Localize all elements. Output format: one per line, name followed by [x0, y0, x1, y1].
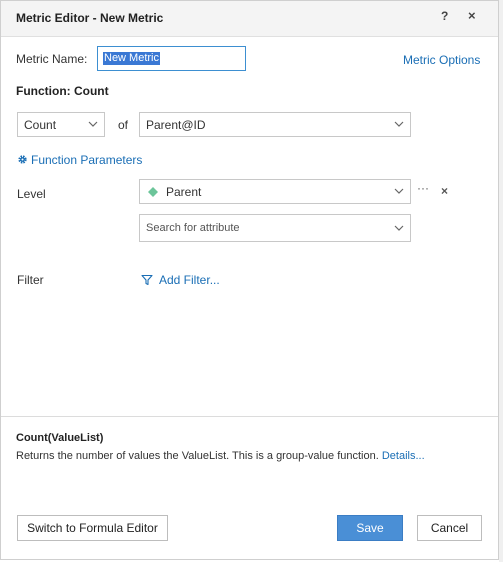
function-description: Returns the number of values the ValueLi… [16, 450, 425, 462]
function-argument-select[interactable]: Parent@ID [139, 112, 411, 137]
save-button[interactable]: Save [337, 515, 403, 541]
of-label: of [118, 118, 129, 132]
section-divider [1, 416, 498, 417]
switch-to-formula-editor-button[interactable]: Switch to Formula Editor [17, 515, 168, 541]
attribute-diamond-icon [148, 187, 158, 197]
dialog-titlebar: Metric Editor - New Metric ? × [1, 1, 498, 37]
details-link[interactable]: Details... [382, 450, 425, 462]
metric-name-input[interactable] [97, 46, 246, 71]
filter-label: Filter [17, 273, 44, 287]
function-description-text: Returns the number of values the ValueLi… [16, 450, 379, 462]
function-select[interactable]: Count [17, 112, 105, 137]
remove-level-icon[interactable]: × [441, 184, 448, 198]
attribute-search-select[interactable]: Search for attribute [139, 214, 411, 242]
function-argument-value: Parent@ID [146, 118, 206, 132]
metric-editor-dialog: Metric Editor - New Metric ? × Metric Na… [0, 0, 499, 560]
chevron-down-icon [394, 225, 404, 231]
level-select-value: Parent [166, 185, 202, 199]
gear-icon [18, 155, 27, 164]
metric-name-label: Metric Name: [16, 52, 88, 66]
add-filter-label: Add Filter... [159, 273, 220, 287]
chevron-down-icon [394, 121, 404, 127]
cancel-button[interactable]: Cancel [417, 515, 482, 541]
add-filter-link[interactable]: Add Filter... [141, 273, 220, 287]
attribute-search-placeholder: Search for attribute [146, 222, 240, 234]
dialog-title: Metric Editor - New Metric [16, 11, 164, 25]
filter-funnel-icon [141, 274, 153, 286]
level-select[interactable]: Parent [139, 179, 411, 204]
metric-options-link[interactable]: Metric Options [403, 53, 480, 67]
close-icon[interactable]: × [468, 8, 476, 23]
window-edge [499, 0, 503, 562]
level-label: Level [17, 187, 46, 201]
chevron-down-icon [394, 188, 404, 194]
help-icon[interactable]: ? [441, 9, 448, 23]
function-parameters-label: Function Parameters [31, 153, 143, 167]
chevron-down-icon [88, 121, 98, 127]
function-select-value: Count [24, 118, 57, 132]
more-options-icon[interactable]: ··· [417, 181, 429, 195]
function-parameters-link[interactable]: Function Parameters [17, 153, 142, 167]
function-heading: Function: Count [16, 84, 109, 98]
function-description-title: Count(ValueList) [16, 432, 104, 444]
